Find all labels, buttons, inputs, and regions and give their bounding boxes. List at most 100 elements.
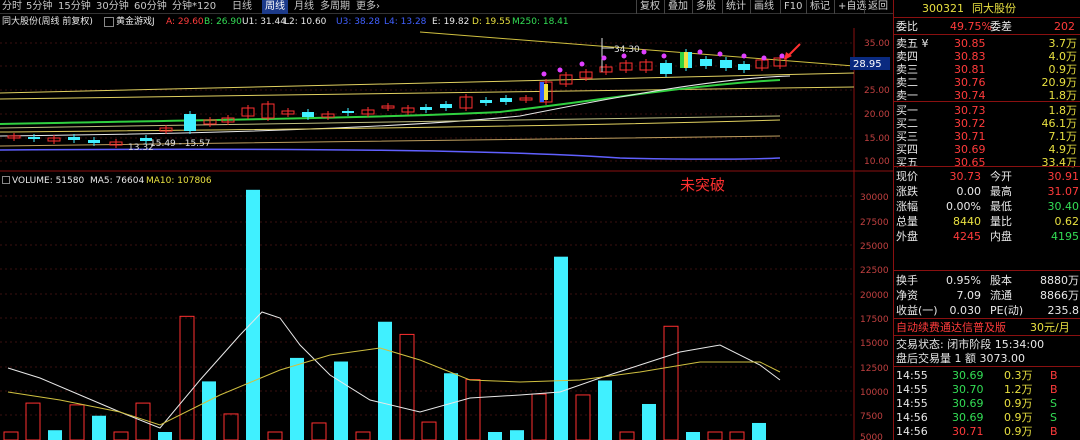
volume-axis: 30000 27500 25000 22500 20000 17500 1500… [860,193,889,440]
stock-header: 300321 同大股份 [894,2,1080,15]
trend-lines [0,31,855,160]
svg-text:10000: 10000 [860,388,889,398]
svg-text:20.00: 20.00 [864,110,890,120]
stat-row: 涨幅 0.00% 最低 30.40 [896,200,1079,213]
signal-dot [661,53,667,59]
svg-text:20000: 20000 [860,291,889,301]
svg-text:22500: 22500 [860,266,889,276]
stock-name: 同大股份 [972,2,1016,15]
volume-bar [69,404,85,440]
svg-text:10.00: 10.00 [864,157,890,167]
signal-dot [697,49,703,55]
volume-bar [619,431,635,440]
volume-bar [267,431,283,440]
signal-bar [684,52,688,68]
stock-code: 300321 [922,2,964,15]
ask-row[interactable]: 卖四 30.83 4.0万 [894,50,1080,63]
signal-dot [779,53,785,59]
volume-ma5: MA5: 76604 [90,176,145,186]
volume-bar [311,422,327,440]
volume-bar [48,430,62,440]
bid-row[interactable]: 买四 30.69 4.9万 [894,143,1080,156]
volume-bar [598,380,612,440]
volume-bar [707,431,723,440]
signal-dot [621,53,627,59]
volume-bar [113,431,129,440]
svg-text:35.00: 35.00 [864,39,890,49]
stat-row: 现价 30.73 今开 30.91 [896,170,1079,183]
volume-bar [3,431,19,440]
volume-value: VOLUME: 51580 [12,176,85,186]
signal-dot [641,49,647,55]
signal-dot [761,55,767,61]
volume-bar [663,325,679,440]
volume-bar [686,432,700,440]
bid-row[interactable]: 买一 30.73 1.8万 [894,104,1080,117]
tick-row: 14:55 30.70 1.2万 B [896,383,1058,396]
svg-text:7500: 7500 [860,412,883,422]
tick-row: 14:55 30.69 0.3万 B [896,369,1058,382]
fundamental-row: 收益(一) 0.030 PE(动) 235.8 [896,304,1079,317]
signal-bar [680,52,684,68]
volume-bar [531,393,547,440]
bid-row[interactable]: 买三 30.71 7.1万 [894,130,1080,143]
signal-dot [541,71,547,77]
ask-row[interactable]: 卖五 ¥ 30.85 3.7万 [894,37,1080,50]
tick-row: 14:56 30.69 0.9万 S [896,411,1057,424]
bid-row[interactable]: 买二 30.72 46.1万 [894,117,1080,130]
ask-row[interactable]: 卖二 30.76 20.9万 [894,76,1080,89]
volume-bar [642,403,656,440]
red-arrow-icon [784,43,801,60]
svg-text:17500: 17500 [860,315,889,325]
svg-text:27500: 27500 [860,218,889,228]
volume-bar [334,361,348,440]
volume-bar [378,321,392,440]
stat-row: 涨跌 0.00 最高 31.07 [896,185,1079,198]
range-label: 15.49 - 15.57 [150,139,211,149]
signal-dot [717,51,723,57]
volume-bar [25,402,41,440]
volume-bar [554,256,568,440]
svg-text:15000: 15000 [860,339,889,349]
volume-bar [444,373,458,440]
kline-chart[interactable]: 34.30 13.32 15.49 - 15.57 未突破 35.00 30.0… [0,0,893,440]
volume-bar [246,189,260,440]
volume-bar [355,431,371,440]
signal-bar [544,84,548,100]
volume-bar [575,394,591,440]
volume-bar [158,432,172,440]
volume-bar [729,431,745,440]
volume-bar [421,421,437,440]
quote-panel: 300321 同大股份 委比 49.75% 委差 202 卖五 ¥ 30.85 … [893,0,1080,440]
fundamental-row: 净资 7.09 流通 8866万 [896,289,1079,302]
stat-row: 外盘 4245 内盘 4195 [896,230,1079,243]
svg-text:30000: 30000 [860,193,889,203]
signal-dot [557,67,563,73]
high-price-label: 34.30 [614,45,640,55]
svg-text:15.00: 15.00 [864,134,890,144]
svg-text:28.95: 28.95 [853,59,882,70]
stat-row: 总量 8440 量比 0.62 [896,215,1079,228]
volume-bar [752,422,766,440]
svg-text:5000: 5000 [860,433,883,440]
bid-row[interactable]: 买五 30.65 33.4万 [894,156,1080,169]
signal-dot [579,61,585,67]
volume-bar [510,430,524,440]
volume-settings-icon[interactable] [2,176,10,184]
after-hours-volume: 盘后交易量 1 额 3073.00 [896,352,1025,365]
signal-bar [540,82,544,102]
volume-grid [0,195,854,416]
volume-bar [465,379,481,440]
svg-text:25000: 25000 [860,242,889,252]
fundamental-row: 换手 0.95% 股本 8880万 [896,274,1079,287]
signal-dot [601,55,607,61]
ad-row[interactable]: 自动续费通达信普及版 30元/月 [894,321,1080,334]
volume-bars [3,189,766,440]
svg-text:12500: 12500 [860,364,889,374]
volume-bar [223,413,239,440]
weibi-row: 委比 49.75% 委差 202 [896,20,1075,33]
candlesticks [7,49,787,148]
trade-status: 交易状态: 闭市阶段 15:34:00 [896,338,1045,351]
tick-row: 14:56 30.71 0.9万 B [896,425,1058,438]
ask-row[interactable]: 卖三 30.81 0.9万 [894,63,1080,76]
